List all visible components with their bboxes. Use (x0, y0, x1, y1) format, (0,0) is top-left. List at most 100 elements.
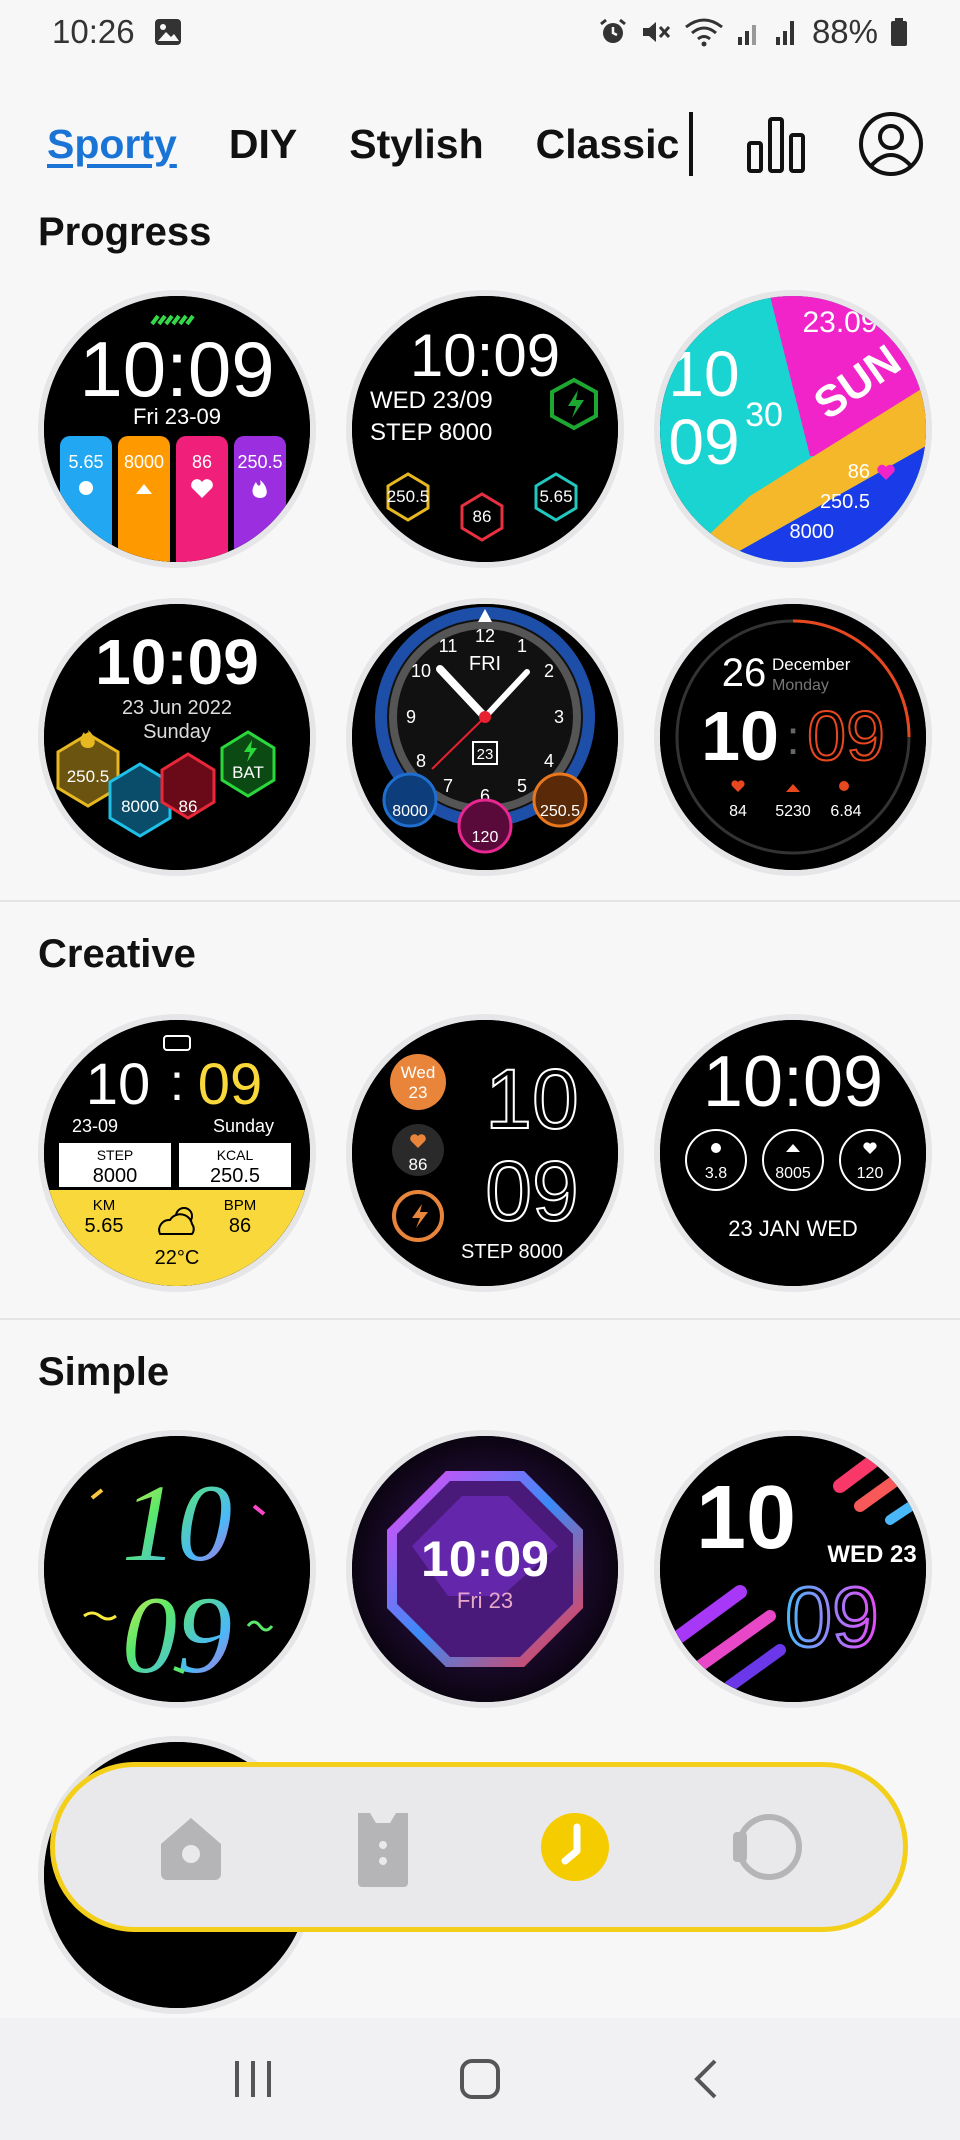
device-icon (733, 1814, 802, 1880)
face-bpm: 86 (229, 1215, 251, 1237)
face-value: 8000 (790, 521, 835, 543)
battery-icon (890, 17, 908, 47)
home-button[interactable] (440, 2039, 520, 2119)
face-weekday: Monday (772, 677, 829, 694)
face-value: 6.84 (830, 803, 861, 820)
watch-face-simple-2[interactable]: 10:09 Fri 23 (346, 1430, 624, 1708)
dial-number: 4 (544, 751, 554, 771)
vest-icon (358, 1813, 408, 1887)
face-value: 250.5 (237, 452, 282, 472)
face-value: 120 (472, 829, 499, 846)
status-time: 10:26 (52, 13, 135, 50)
nav-watch-faces[interactable] (530, 1802, 620, 1892)
home-button-icon (459, 2059, 500, 2099)
watch-face-creative-3[interactable]: 10:09 3.8 8005 120 23 JAN WED (654, 1014, 932, 1292)
face-value: 250.5 (387, 487, 430, 506)
face-heart: 86 (409, 1155, 428, 1174)
watch-face-icon (541, 1813, 609, 1881)
face-date: 23 Jun 2022 (122, 697, 232, 719)
tab-classic[interactable]: Classic (536, 121, 680, 168)
watch-face-progress-5[interactable]: 12 1 2 3 4 5 6 7 8 9 10 11 FRI 23 8000 1… (346, 598, 624, 876)
dial-number: 5 (517, 776, 527, 796)
face-date: Fri 23 (457, 1588, 513, 1613)
watch-face-store-screen: 10:26 88% Sporty DIY Stylish Classic Pro… (0, 0, 960, 2140)
watch-face-creative-2[interactable]: Wed 23 86 10 09 STEP 8000 (346, 1014, 624, 1292)
nav-home[interactable] (146, 1802, 236, 1892)
face-value: 5.65 (539, 487, 572, 506)
watch-face-creative-1[interactable]: 10 : 09 23-09 Sunday STEP 8000 KCAL 250.… (38, 1014, 316, 1292)
face-value: 86 (192, 452, 212, 472)
watch-face-progress-2[interactable]: 10:09 WED 23/09 STEP 8000 250.5 86 5.65 (346, 290, 624, 568)
face-value: 86 (848, 461, 870, 483)
kcal-label: KCAL (217, 1147, 254, 1163)
location-icon (839, 781, 849, 791)
face-value: 250.5 (540, 803, 580, 820)
category-tabs: Sporty DIY Stylish Classic (47, 108, 930, 180)
nav-device[interactable] (722, 1802, 812, 1892)
watch-face-progress-6[interactable]: 26 December Monday 10 : 09 84 5230 6.84 (654, 598, 932, 876)
status-left: 10:26 (52, 13, 183, 51)
battery-percent: 88% (811, 13, 878, 50)
tab-stylish[interactable]: Stylish (349, 121, 483, 168)
face-minute: 09 (807, 697, 885, 775)
face-value: 86 (473, 507, 492, 526)
face-hour: 10 (485, 1052, 578, 1146)
watch-face-progress-3[interactable]: 23.09 SUN 10 09 30 86 250.5 8000 (654, 290, 932, 568)
face-value: 8005 (775, 1165, 811, 1182)
section-title-creative: Creative (38, 932, 196, 976)
face-date: 23 (409, 1083, 428, 1102)
face-day: Wed (401, 1063, 436, 1082)
wifi-icon (684, 17, 724, 47)
bottom-navigation (50, 1762, 908, 1932)
watch-face-progress-1[interactable]: 10:09 Fri 23-09 5.65 8000 86 250.5 (38, 290, 316, 568)
dial-number: 12 (475, 626, 495, 646)
face-hour: 10 (86, 1052, 151, 1117)
face-steps: 8000 (93, 1165, 138, 1187)
stats-icon[interactable] (740, 108, 812, 180)
dial-number: 3 (554, 707, 564, 727)
status-bar: 10:26 88% (0, 0, 960, 64)
face-date: Fri 23-09 (133, 404, 221, 429)
watch-face-simple-3[interactable]: 10 WED 23 09 (654, 1430, 932, 1708)
face-seconds: 30 (745, 396, 783, 434)
face-month: December (772, 655, 851, 674)
dial-number: 7 (443, 776, 453, 796)
section-divider (0, 900, 960, 902)
face-minute: 09 (785, 1570, 878, 1664)
dial-number: 2 (544, 661, 554, 681)
face-value: 250.5 (820, 491, 870, 513)
dial-number: 1 (517, 636, 527, 656)
face-value: 8000 (392, 803, 428, 820)
face-day: FRI (469, 653, 501, 675)
face-hour: 10 (122, 1462, 232, 1584)
face-minute: 09 (198, 1052, 263, 1117)
face-km: 5.65 (85, 1215, 124, 1237)
tab-sporty[interactable]: Sporty (47, 121, 177, 168)
face-hour: 10 (701, 697, 779, 775)
signal-icon (736, 17, 762, 47)
face-temp: 22°C (155, 1247, 200, 1269)
back-icon (693, 2059, 717, 2099)
watch-face-progress-4[interactable]: 10:09 23 Jun 2022 Sunday 250.5 8000 86 B… (38, 598, 316, 876)
face-value: 86 (179, 797, 198, 816)
face-kcal: 250.5 (210, 1165, 260, 1187)
alarm-icon (598, 17, 628, 47)
back-button[interactable] (667, 2039, 747, 2119)
recent-apps-button[interactable] (213, 2039, 293, 2119)
status-right: 88% (598, 13, 908, 51)
face-value: 3.8 (705, 1165, 727, 1182)
nav-workout[interactable] (338, 1802, 428, 1892)
face-date: 23.09 (802, 306, 877, 339)
face-hour: 10 (668, 338, 739, 410)
face-time: 10:09 (79, 325, 274, 413)
profile-icon[interactable] (855, 108, 927, 180)
tab-scroll-divider (689, 112, 694, 176)
face-time: 10:09 (421, 1531, 549, 1587)
tab-diy[interactable]: DIY (229, 121, 297, 168)
watch-face-simple-1[interactable]: 10 09 (38, 1430, 316, 1708)
face-value: BAT (232, 763, 264, 782)
face-time: 10:09 (95, 626, 259, 698)
face-minute: 09 (122, 1574, 232, 1696)
face-value: 84 (729, 803, 747, 820)
step-label: STEP (97, 1147, 134, 1163)
